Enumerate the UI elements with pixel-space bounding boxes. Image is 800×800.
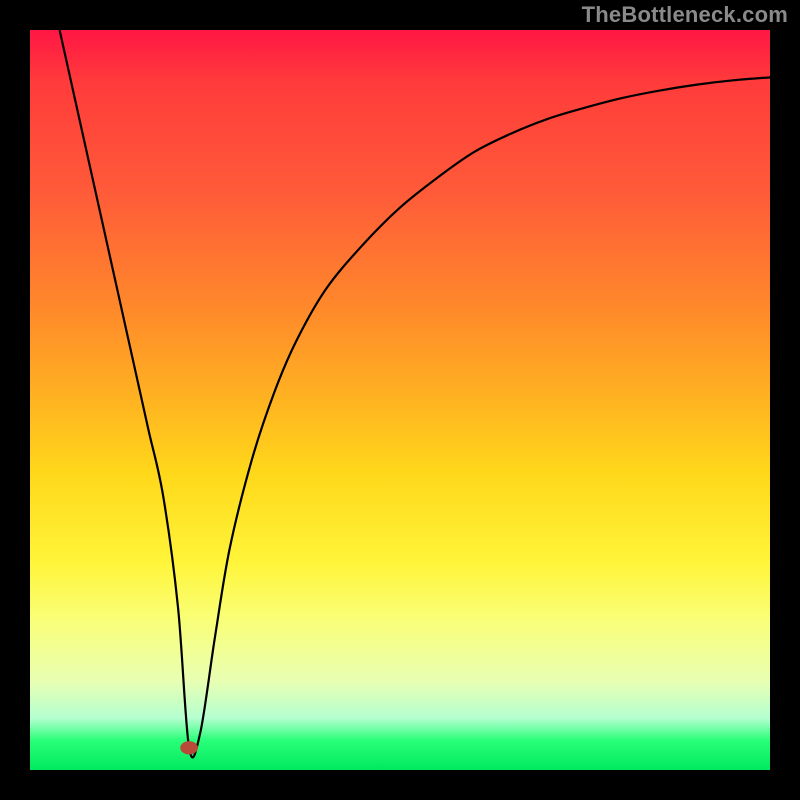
chart-frame: TheBottleneck.com <box>0 0 800 800</box>
bottleneck-curve <box>60 30 770 757</box>
min-marker <box>180 741 198 754</box>
watermark-text: TheBottleneck.com <box>582 2 788 28</box>
chart-svg <box>30 30 770 770</box>
plot-area <box>30 30 770 770</box>
